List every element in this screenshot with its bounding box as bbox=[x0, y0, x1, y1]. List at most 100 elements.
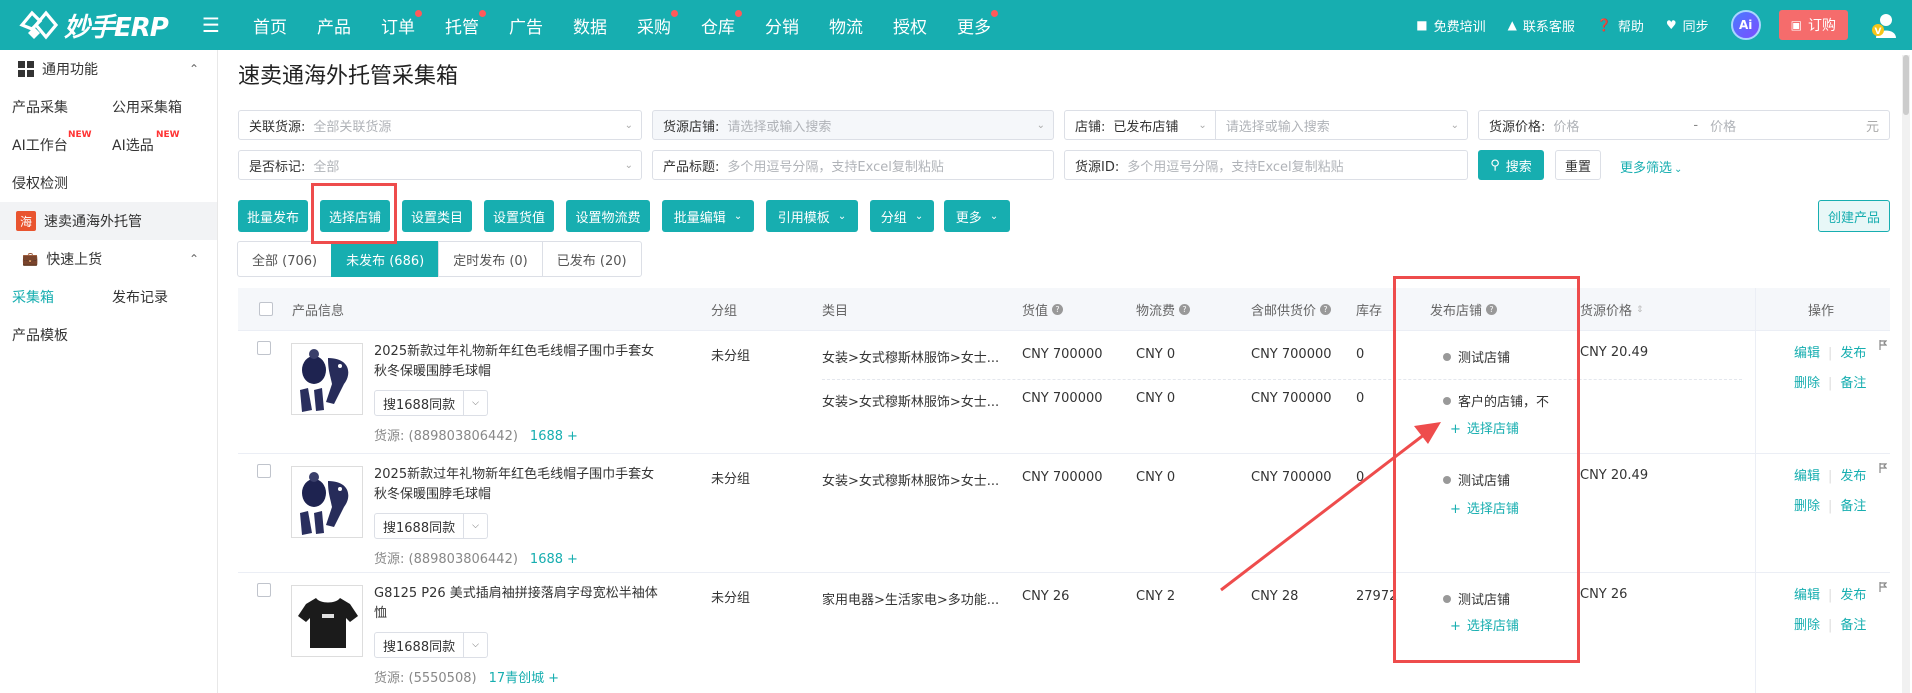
sidebar-section-general[interactable]: 通用功能 ⌃ bbox=[0, 50, 217, 88]
menu-toggle-icon[interactable]: ☰ bbox=[196, 13, 226, 37]
delete-link[interactable]: 删除 bbox=[1794, 499, 1820, 514]
nav-order[interactable]: 订单 bbox=[381, 9, 422, 38]
source-link[interactable]: 17青创城 bbox=[489, 671, 545, 686]
sidebar-item-publish-record[interactable]: 发布记录 bbox=[112, 278, 212, 316]
store-type-select[interactable]: 已发布店铺 bbox=[1113, 116, 1178, 135]
note-link[interactable]: 备注 bbox=[1840, 618, 1866, 633]
sync-label: 同步 bbox=[1682, 19, 1709, 35]
product-thumbnail[interactable] bbox=[291, 466, 363, 538]
product-thumbnail[interactable] bbox=[291, 343, 363, 415]
user-avatar-icon[interactable]: V bbox=[1870, 10, 1900, 40]
related-source-select[interactable]: 关联货源: 全部关联货源 ⌄ bbox=[238, 110, 642, 140]
note-link[interactable]: 备注 bbox=[1840, 376, 1866, 391]
product-title[interactable]: 2025新款过年礼物新年红色毛线帽子围巾手套女秋冬保暖围脖毛球帽 bbox=[374, 342, 664, 382]
source-link[interactable]: 1688 bbox=[530, 429, 563, 444]
edit-link[interactable]: 编辑 bbox=[1794, 346, 1820, 361]
price-max-input[interactable]: 价格 bbox=[1710, 116, 1850, 135]
delete-link[interactable]: 删除 bbox=[1794, 376, 1820, 391]
plus-icon[interactable]: + bbox=[567, 552, 578, 567]
sync-link[interactable]: ♥ 同步 bbox=[1666, 16, 1709, 35]
reset-button[interactable]: 重置 bbox=[1555, 150, 1601, 180]
filter-label: 是否标记: bbox=[249, 159, 306, 175]
row-checkbox[interactable] bbox=[257, 464, 271, 478]
publish-link[interactable]: 发布 bbox=[1840, 588, 1866, 603]
create-product-button[interactable]: 创建产品 bbox=[1818, 200, 1890, 232]
tab-published[interactable]: 已发布 (20) bbox=[541, 241, 642, 277]
product-title[interactable]: 2025新款过年礼物新年红色毛线帽子围巾手套女秋冬保暖围脖毛球帽 bbox=[374, 465, 664, 505]
search-button[interactable]: ⚲ 搜索 bbox=[1478, 150, 1544, 180]
nav-ads[interactable]: 广告 bbox=[509, 13, 543, 38]
nav-more[interactable]: 更多 bbox=[957, 9, 998, 38]
column-header-source-price[interactable]: 货源价格 ⇕ bbox=[1580, 288, 1644, 331]
publish-link[interactable]: 发布 bbox=[1840, 469, 1866, 484]
nav-purchase[interactable]: 采购 bbox=[637, 9, 678, 38]
nav-product[interactable]: 产品 bbox=[317, 13, 351, 38]
nav-authorization[interactable]: 授权 bbox=[893, 13, 927, 38]
help-icon[interactable]: ? bbox=[1179, 304, 1191, 315]
product-thumbnail[interactable] bbox=[291, 585, 363, 657]
sidebar-section-quick-upload[interactable]: 💼 快速上货 ⌃ bbox=[0, 240, 217, 278]
plus-icon[interactable]: + bbox=[548, 671, 559, 686]
batch-edit-dropdown[interactable]: 批量编辑 ⌄ bbox=[662, 200, 754, 232]
product-title-input[interactable]: 产品标题: 多个用逗号分隔，支持Excel复制粘贴 bbox=[652, 150, 1054, 180]
note-link[interactable]: 备注 bbox=[1840, 499, 1866, 514]
edit-link[interactable]: 编辑 bbox=[1794, 588, 1820, 603]
source-id-input[interactable]: 货源ID: 多个用逗号分隔，支持Excel复制粘贴 bbox=[1064, 150, 1468, 180]
group-dropdown[interactable]: 分组 ⌄ bbox=[870, 200, 934, 232]
template-dropdown[interactable]: 引用模板 ⌄ bbox=[766, 200, 858, 232]
logo[interactable]: 妙手ERP bbox=[0, 7, 190, 44]
page-scrollbar[interactable] bbox=[1902, 55, 1910, 693]
edit-link[interactable]: 编辑 bbox=[1794, 469, 1820, 484]
row-checkbox[interactable] bbox=[257, 583, 271, 597]
flag-icon[interactable] bbox=[1879, 463, 1887, 473]
nav-hosting[interactable]: 托管 bbox=[445, 9, 486, 38]
sidebar-item-product-template[interactable]: 产品模板 bbox=[0, 316, 217, 354]
tab-unpublished[interactable]: 未发布 (686) bbox=[331, 241, 440, 277]
store-search-input[interactable]: 请选择或输入搜索 bbox=[1216, 116, 1330, 135]
sidebar-item-product-collect[interactable]: 产品采集 bbox=[12, 88, 112, 126]
sidebar-item-public-box[interactable]: 公用采集箱 bbox=[112, 88, 212, 126]
sidebar-item-aliexpress-hosting[interactable]: 海 速卖通海外托管 bbox=[0, 202, 217, 240]
ai-assistant-button[interactable]: Ai bbox=[1730, 10, 1761, 40]
flag-icon[interactable] bbox=[1879, 340, 1887, 350]
search-1688-dropdown[interactable]: 搜1688同款 ⌵ bbox=[374, 513, 489, 539]
help-link[interactable]: ❓ 帮助 bbox=[1597, 16, 1644, 35]
product-title[interactable]: G8125 P26 美式插肩袖拼接落肩字母宽松半袖体恤 bbox=[374, 584, 664, 624]
publish-link[interactable]: 发布 bbox=[1840, 346, 1866, 361]
search-1688-dropdown[interactable]: 搜1688同款 ⌵ bbox=[374, 390, 489, 416]
nav-warehouse[interactable]: 仓库 bbox=[701, 9, 742, 38]
sidebar-item-ai-workbench[interactable]: AI工作台 NEW bbox=[12, 126, 112, 164]
training-link[interactable]: ■ 免费培训 bbox=[1416, 16, 1485, 35]
nav-home[interactable]: 首页 bbox=[253, 13, 287, 38]
set-shipping-button[interactable]: 设置物流费 bbox=[566, 200, 650, 232]
nav-distribution[interactable]: 分销 bbox=[765, 13, 799, 38]
sort-icon[interactable]: ⇕ bbox=[1636, 305, 1644, 315]
sidebar-item-ai-select[interactable]: AI选品 NEW bbox=[112, 126, 212, 164]
sidebar-item-collect-box[interactable]: 采集箱 bbox=[12, 278, 112, 316]
delete-link[interactable]: 删除 bbox=[1794, 618, 1820, 633]
order-button[interactable]: ▣ 订购 bbox=[1778, 10, 1848, 40]
nav-logistics[interactable]: 物流 bbox=[829, 13, 863, 38]
row-checkbox[interactable] bbox=[257, 341, 271, 355]
scrollbar-thumb[interactable] bbox=[1903, 55, 1909, 115]
tab-all[interactable]: 全部 (706) bbox=[237, 241, 333, 277]
set-value-button[interactable]: 设置货值 bbox=[484, 200, 554, 232]
plus-icon[interactable]: + bbox=[567, 429, 578, 444]
tab-scheduled[interactable]: 定时发布 (0) bbox=[438, 241, 543, 277]
search-1688-dropdown[interactable]: 搜1688同款 ⌵ bbox=[374, 632, 489, 658]
price-min-input[interactable]: 价格 bbox=[1553, 116, 1693, 135]
set-category-button[interactable]: 设置类目 bbox=[402, 200, 472, 232]
batch-publish-button[interactable]: 批量发布 bbox=[238, 200, 308, 232]
help-icon[interactable]: ? bbox=[1052, 304, 1064, 315]
marked-select[interactable]: 是否标记: 全部 ⌄ bbox=[238, 150, 642, 180]
more-filters-link[interactable]: 更多筛选 ⌄ bbox=[1620, 157, 1682, 176]
more-actions-dropdown[interactable]: 更多 ⌄ bbox=[944, 200, 1010, 232]
sidebar-item-infringe[interactable]: 侵权检测 bbox=[0, 164, 217, 202]
flag-icon[interactable] bbox=[1879, 582, 1887, 592]
nav-data[interactable]: 数据 bbox=[573, 13, 607, 38]
source-link[interactable]: 1688 bbox=[530, 552, 563, 567]
source-store-select[interactable]: 货源店铺: 请选择或输入搜索 ⌄ bbox=[652, 110, 1054, 140]
support-link[interactable]: ▲ 联系客服 bbox=[1508, 16, 1575, 35]
help-icon[interactable]: ? bbox=[1320, 304, 1332, 315]
select-all-checkbox[interactable] bbox=[259, 302, 273, 316]
